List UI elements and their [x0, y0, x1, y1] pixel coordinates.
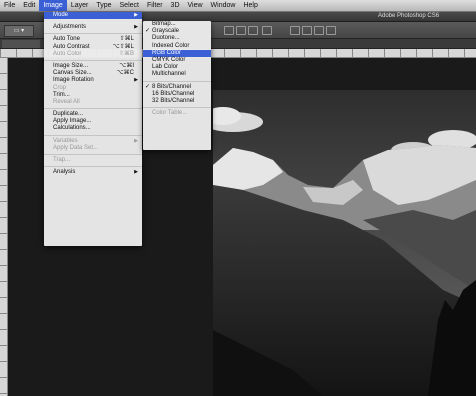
menu-filter[interactable]: Filter — [143, 0, 167, 11]
tool-option-icon[interactable] — [248, 26, 258, 35]
menu-item-label: 16 Bits/Channel — [152, 90, 195, 97]
menu-item-label: Auto Contrast — [53, 43, 90, 50]
menu-item-calculations[interactable]: Calculations... — [44, 125, 142, 132]
menu-3d[interactable]: 3D — [167, 0, 184, 11]
menu-window[interactable]: Window — [207, 0, 240, 11]
shortcut-label: ⇧⌘L — [119, 36, 134, 43]
tool-preset-picker[interactable]: ▭ ▾ — [4, 25, 34, 37]
menu-item-label: 8 Bits/Channel — [152, 83, 192, 90]
vertical-ruler — [0, 57, 8, 396]
menu-item-reveal-all: Reveal All — [44, 99, 142, 106]
menu-item-label: Adjustments — [53, 24, 87, 31]
mode-item-16-bits[interactable]: 16 Bits/Channel — [143, 91, 211, 98]
menu-item-apply-image[interactable]: Apply Image... — [44, 118, 142, 125]
mode-item-grayscale[interactable]: ✓ Grayscale — [143, 28, 211, 35]
tool-option-icon[interactable] — [224, 26, 234, 35]
tool-option-icon[interactable] — [326, 26, 336, 35]
mode-item-multichannel[interactable]: Multichannel — [143, 71, 211, 78]
mode-item-8-bits[interactable]: ✓ 8 Bits/Channel — [143, 84, 211, 91]
tool-option-icon[interactable] — [262, 26, 272, 35]
menu-item-duplicate[interactable]: Duplicate... — [44, 111, 142, 118]
tool-option-icon[interactable] — [290, 26, 300, 35]
menu-item-image-rotation[interactable]: Image Rotation ▶ — [44, 77, 142, 84]
document-tab[interactable] — [2, 40, 40, 48]
menu-item-label: Crop — [53, 84, 67, 91]
menu-item-mode[interactable]: Mode ▶ — [44, 12, 142, 20]
menu-item-label: Duotone... — [152, 35, 180, 42]
tool-option-icon[interactable] — [314, 26, 324, 35]
menu-item-trap: Trap... — [44, 157, 142, 164]
menu-item-apply-data-set: Apply Data Set... — [44, 145, 142, 152]
menu-select[interactable]: Select — [116, 0, 143, 11]
menu-image[interactable]: Image — [39, 0, 67, 11]
mode-item-rgb-color[interactable]: RGB Color — [143, 49, 211, 57]
checkmark-icon: ✓ — [145, 83, 151, 90]
menu-item-label: Trim... — [53, 91, 70, 98]
mode-item-duotone[interactable]: Duotone... — [143, 35, 211, 42]
menu-item-auto-tone[interactable]: Auto Tone ⇧⌘L — [44, 36, 142, 43]
document-image[interactable] — [213, 90, 476, 396]
menu-item-label: Canvas Size... — [53, 70, 92, 77]
menu-item-variables: Variables ▶ — [44, 138, 142, 145]
menu-file[interactable]: File — [0, 0, 19, 11]
menu-item-label: 32 Bits/Channel — [152, 97, 195, 104]
menu-item-label: Bitmap... — [152, 21, 176, 27]
menu-item-label: Trap... — [53, 157, 71, 163]
menu-view[interactable]: View — [184, 0, 207, 11]
mountain-photo — [213, 90, 476, 396]
menu-item-canvas-size[interactable]: Canvas Size... ⌥⌘C — [44, 70, 142, 77]
shortcut-label: ⌥⇧⌘L — [112, 43, 134, 50]
shortcut-label: ⇧⌘B — [118, 50, 134, 57]
menu-help[interactable]: Help — [239, 0, 261, 11]
mode-submenu: Bitmap... ✓ Grayscale Duotone... Indexed … — [143, 21, 211, 150]
mode-item-bitmap[interactable]: Bitmap... — [143, 21, 211, 28]
menu-item-analysis[interactable]: Analysis ▶ — [44, 169, 142, 176]
menu-item-adjustments[interactable]: Adjustments ▶ — [44, 24, 142, 31]
menu-item-label: Image Rotation — [53, 77, 94, 84]
menu-item-label: Image Size... — [53, 62, 89, 69]
menu-item-label: Indexed Color — [152, 42, 190, 49]
menu-item-label: Auto Tone — [53, 36, 80, 43]
menu-item-label: CMYK Color — [152, 56, 186, 63]
menu-bar: File Edit Image Layer Type Select Filter… — [0, 0, 476, 12]
tool-option-icon[interactable] — [236, 26, 246, 35]
menu-item-label: Reveal All — [53, 98, 80, 105]
app-title: Adobe Photoshop CS6 — [378, 13, 440, 19]
mode-item-indexed-color[interactable]: Indexed Color — [143, 43, 211, 50]
menu-item-label: Grayscale — [152, 28, 180, 35]
submenu-arrow-icon: ▶ — [134, 77, 138, 84]
menu-item-label: Multichannel — [152, 71, 186, 78]
submenu-arrow-icon: ▶ — [134, 12, 138, 18]
tool-option-icon[interactable] — [302, 26, 312, 35]
menu-item-label: Calculations... — [53, 125, 91, 132]
image-menu-dropdown: Mode ▶ Adjustments ▶ Auto Tone ⇧⌘L Auto Con… — [44, 12, 142, 246]
checkmark-icon: ✓ — [145, 28, 151, 35]
menu-layer[interactable]: Layer — [67, 0, 93, 11]
mode-item-lab-color[interactable]: Lab Color — [143, 64, 211, 71]
menu-item-auto-color: Auto Color ⇧⌘B — [44, 51, 142, 58]
submenu-arrow-icon: ▶ — [134, 24, 138, 31]
menu-item-label: Lab Color — [152, 64, 179, 71]
menu-item-label: Auto Color — [53, 50, 82, 57]
menu-item-label: Variables — [53, 137, 78, 144]
menu-item-label: Mode — [53, 12, 69, 18]
submenu-arrow-icon: ▶ — [134, 169, 138, 176]
mode-item-color-table: Color Table... — [143, 110, 211, 117]
shortcut-label: ⌥⌘C — [116, 70, 134, 77]
menu-item-label: Duplicate... — [53, 111, 84, 118]
menu-edit[interactable]: Edit — [19, 0, 39, 11]
submenu-arrow-icon: ▶ — [134, 137, 138, 144]
menu-item-label: Color Table... — [152, 110, 188, 117]
menu-item-label: Apply Data Set... — [53, 144, 99, 151]
menu-item-label: Analysis — [53, 169, 76, 176]
menu-item-label: Apply Image... — [53, 118, 92, 125]
menu-item-auto-contrast[interactable]: Auto Contrast ⌥⇧⌘L — [44, 44, 142, 51]
mode-item-cmyk-color[interactable]: CMYK Color — [143, 57, 211, 64]
menu-item-crop: Crop — [44, 85, 142, 92]
menu-type[interactable]: Type — [92, 0, 115, 11]
menu-item-trim[interactable]: Trim... — [44, 92, 142, 99]
mode-item-32-bits[interactable]: 32 Bits/Channel — [143, 98, 211, 105]
menu-item-label: RGB Color — [152, 49, 182, 56]
